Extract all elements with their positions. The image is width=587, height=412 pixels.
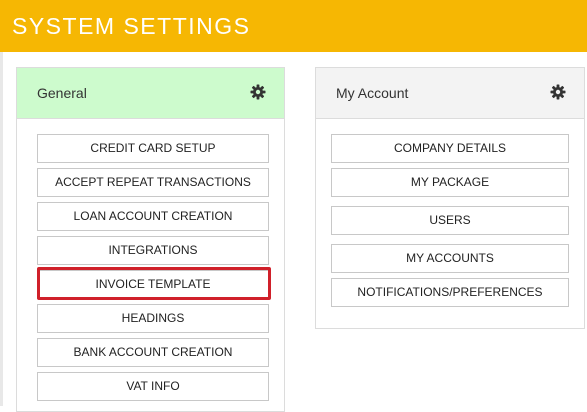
integrations-button[interactable]: INTEGRATIONS — [37, 236, 269, 265]
page-title: SYSTEM SETTINGS — [12, 13, 251, 39]
accept-repeat-transactions-button[interactable]: ACCEPT REPEAT TRANSACTIONS — [37, 168, 269, 197]
bank-account-creation-button[interactable]: BANK ACCOUNT CREATION — [37, 338, 269, 367]
invoice-template-button[interactable]: INVOICE TEMPLATE — [37, 270, 269, 299]
credit-card-setup-button[interactable]: CREDIT CARD SETUP — [37, 134, 269, 163]
notifications-preferences-button[interactable]: NOTIFICATIONS/PREFERENCES — [331, 278, 569, 307]
left-edge-divider — [0, 52, 3, 406]
vat-info-button[interactable]: VAT INFO — [37, 372, 269, 401]
loan-account-creation-button[interactable]: LOAN ACCOUNT CREATION — [37, 202, 269, 231]
gear-icon[interactable] — [550, 84, 566, 100]
my-accounts-button[interactable]: MY ACCOUNTS — [331, 244, 569, 273]
my-account-panel-header: My Account — [316, 68, 584, 119]
gear-icon[interactable] — [250, 84, 266, 100]
my-account-panel-title: My Account — [336, 85, 409, 101]
headings-button[interactable]: HEADINGS — [37, 304, 269, 333]
my-account-panel: My Account COMPANY DETAILS MY PACKAGE US… — [315, 67, 585, 329]
users-button[interactable]: USERS — [331, 206, 569, 235]
top-bar: SYSTEM SETTINGS — [0, 0, 587, 52]
my-package-button[interactable]: MY PACKAGE — [331, 168, 569, 197]
company-details-button[interactable]: COMPANY DETAILS — [331, 134, 569, 163]
general-panel: General CREDIT CARD SETUP ACCEPT REPEAT … — [16, 67, 285, 412]
general-panel-title: General — [37, 85, 87, 101]
general-panel-header: General — [17, 68, 284, 119]
